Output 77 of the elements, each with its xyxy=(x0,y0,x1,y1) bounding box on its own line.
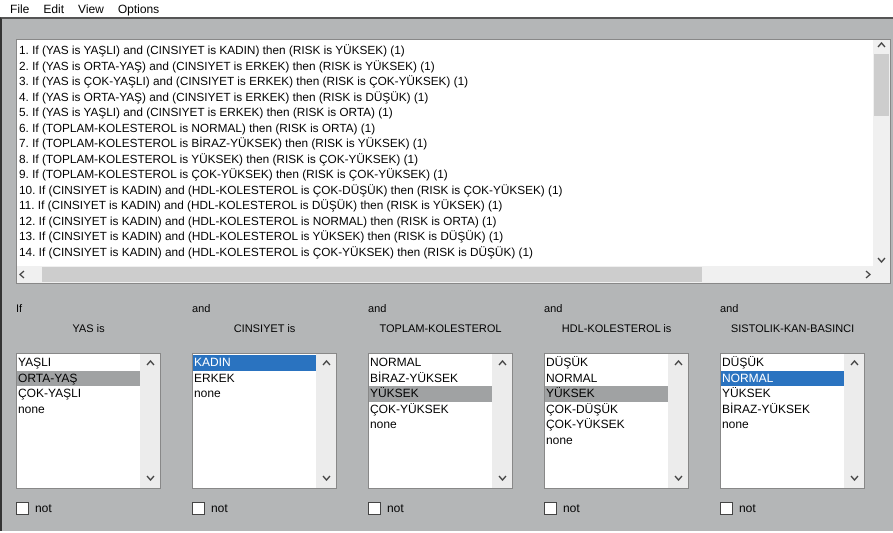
list-item[interactable]: none xyxy=(369,417,492,432)
list-item[interactable]: none xyxy=(545,432,668,448)
scroll-down-icon[interactable] xyxy=(320,473,332,484)
vertical-scrollbar[interactable] xyxy=(873,40,890,266)
list-item[interactable]: YÜKSEK xyxy=(369,386,492,402)
not-checkbox[interactable] xyxy=(720,502,733,514)
menu-item[interactable]: View xyxy=(72,2,112,16)
rule-line[interactable]: 14. If (CINSIYET is KADIN) and (HDL-KOLESTEROL is ÇOK-YÜKSEK) then (RISK is DÜŞÜK) (1) xyxy=(19,244,533,260)
scroll-thumb[interactable] xyxy=(874,54,889,116)
variable-heading: YAS is xyxy=(71,322,106,336)
not-checkbox[interactable] xyxy=(368,502,381,514)
menu-item[interactable]: Options xyxy=(112,2,168,16)
list-item[interactable]: YÜKSEK xyxy=(721,386,844,402)
not-checkbox[interactable] xyxy=(16,502,29,514)
not-checkbox[interactable] xyxy=(192,502,205,514)
scroll-down-icon[interactable] xyxy=(672,473,684,484)
list-item[interactable]: NORMAL xyxy=(545,370,668,386)
not-checkbox[interactable] xyxy=(544,502,557,514)
membership-list[interactable]: KADIN ERKEK none xyxy=(192,353,337,489)
scroll-down-icon[interactable] xyxy=(144,473,156,484)
list-item[interactable]: NORMAL xyxy=(721,370,844,386)
rule-line[interactable]: 2. If (YAS is ORTA-YAŞ) and (CINSIYET is ERKEK) then (RISK is YÜKSEK) (1) xyxy=(19,58,435,74)
rule-line[interactable]: 3. If (YAS is ÇOK-YAŞLI) and (CINSIYET is ERKEK) then (RISK is ÇOK-YÜKSEK) (1) xyxy=(19,74,468,90)
checkbox-label[interactable]: not xyxy=(739,501,756,515)
variable-heading: SISTOLIK-KAN-BASINCI xyxy=(730,322,856,336)
list-item[interactable]: DÜŞÜK xyxy=(721,355,844,370)
connective-label: and xyxy=(368,302,388,316)
menu-item[interactable]: File xyxy=(4,2,38,16)
connective-label: and xyxy=(544,302,564,316)
rule-list[interactable] xyxy=(16,39,891,284)
menu-item[interactable]: Edit xyxy=(37,2,72,16)
list-item[interactable]: YÜKSEK xyxy=(545,386,668,402)
list-item[interactable]: ÇOK-DÜŞÜK xyxy=(545,402,668,417)
checkbox-label[interactable]: not xyxy=(387,501,404,515)
rule-line[interactable]: 6. If (TOPLAM-KOLESTEROL is NORMAL) then (RISK is ORTA) (1) xyxy=(19,120,376,136)
list-item[interactable]: none xyxy=(193,386,316,402)
rule-line[interactable]: 11. If (CINSIYET is KADIN) and (HDL-KOLESTEROL is DÜŞÜK) then (RISK is YÜKSEK) (1) xyxy=(19,198,502,214)
list-item[interactable]: ÇOK-YAŞLI xyxy=(17,386,140,402)
variable-heading: CINSIYET is xyxy=(232,322,296,336)
variable-heading: HDL-KOLESTEROL is xyxy=(560,322,672,336)
list-item[interactable]: ORTA-YAŞ xyxy=(17,370,140,386)
rule-line[interactable]: 4. If (YAS is ORTA-YAŞ) and (CINSIYET is ERKEK) then (RISK is DÜŞÜK) (1) xyxy=(19,90,428,105)
checkbox-label[interactable]: not xyxy=(563,501,580,515)
connective-label: and xyxy=(720,302,740,316)
list-item[interactable]: ERKEK xyxy=(193,370,316,386)
connective-label: and xyxy=(192,302,212,316)
rule-line[interactable]: 10. If (CINSIYET is KADIN) and (HDL-KOLESTEROL is ÇOK-DÜŞÜK) then (RISK is ÇOK-YÜKSEK) (1) xyxy=(19,182,562,198)
list-item[interactable]: DÜŞÜK xyxy=(545,355,668,370)
membership-list[interactable]: NORMAL BİRAZ-YÜKSEK YÜKSEK ÇOK-YÜKSEK none xyxy=(368,353,513,489)
rule-line[interactable]: 13. If (CINSIYET is KADIN) and (HDL-KOLESTEROL is YÜKSEK) then (RISK is DÜŞÜK) (1) xyxy=(19,229,504,244)
list-item[interactable]: BİRAZ-YÜKSEK xyxy=(369,370,492,386)
scroll-down-icon[interactable] xyxy=(876,255,887,266)
list-item[interactable]: none xyxy=(721,417,844,432)
list-item[interactable]: NORMAL xyxy=(369,355,492,370)
scroll-down-icon[interactable] xyxy=(496,473,508,484)
membership-list[interactable]: DÜŞÜK NORMAL YÜKSEK BİRAZ-YÜKSEK none xyxy=(720,353,865,489)
rule-line[interactable]: 12. If (CINSIYET is KADIN) and (HDL-KOLESTEROL is NORMAL) then (RISK is ORTA) (1) xyxy=(19,214,496,229)
rule-line[interactable]: 9. If (TOPLAM-KOLESTEROL is ÇOK-YÜKSEK) then (RISK is ÇOK-YÜKSEK) (1) xyxy=(19,167,448,182)
rule-line[interactable]: 7. If (TOPLAM-KOLESTEROL is BİRAZ-YÜKSEK) then (RISK is YÜKSEK) (1) xyxy=(19,136,428,152)
membership-list[interactable]: YAŞLI ORTA-YAŞ ÇOK-YAŞLI none xyxy=(16,353,161,489)
rule-line[interactable]: 1. If (YAS is YAŞLI) and (CINSIYET is KADIN) then (RISK is YÜKSEK) (1) xyxy=(19,43,405,58)
list-item[interactable]: KADIN xyxy=(193,355,316,370)
list-item[interactable]: none xyxy=(17,402,140,417)
scroll-thumb[interactable] xyxy=(42,267,702,282)
list-item[interactable]: ÇOK-YÜKSEK xyxy=(545,417,668,432)
horizontal-scrollbar[interactable] xyxy=(17,266,873,283)
variable-heading: TOPLAM-KOLESTEROL xyxy=(378,322,503,336)
connective-label: If xyxy=(16,302,24,316)
rule-line[interactable]: 5. If (YAS is YAŞLI) and (CINSIYET is ERKEK) then (RISK is ORTA) (1) xyxy=(19,105,393,120)
rule-line[interactable]: 8. If (TOPLAM-KOLESTEROL is YÜKSEK) then (RISK is ÇOK-YÜKSEK) (1) xyxy=(19,152,418,167)
scroll-down-icon[interactable] xyxy=(848,473,860,484)
checkbox-label[interactable]: not xyxy=(35,501,52,515)
list-item[interactable]: BİRAZ-YÜKSEK xyxy=(721,402,844,417)
checkbox-label[interactable]: not xyxy=(211,501,228,515)
membership-list[interactable]: DÜŞÜK NORMAL YÜKSEK ÇOK-DÜŞÜK ÇOK-YÜKSEK none xyxy=(544,353,689,489)
list-item[interactable]: ÇOK-YÜKSEK xyxy=(369,402,492,417)
list-item[interactable]: YAŞLI xyxy=(17,355,140,370)
